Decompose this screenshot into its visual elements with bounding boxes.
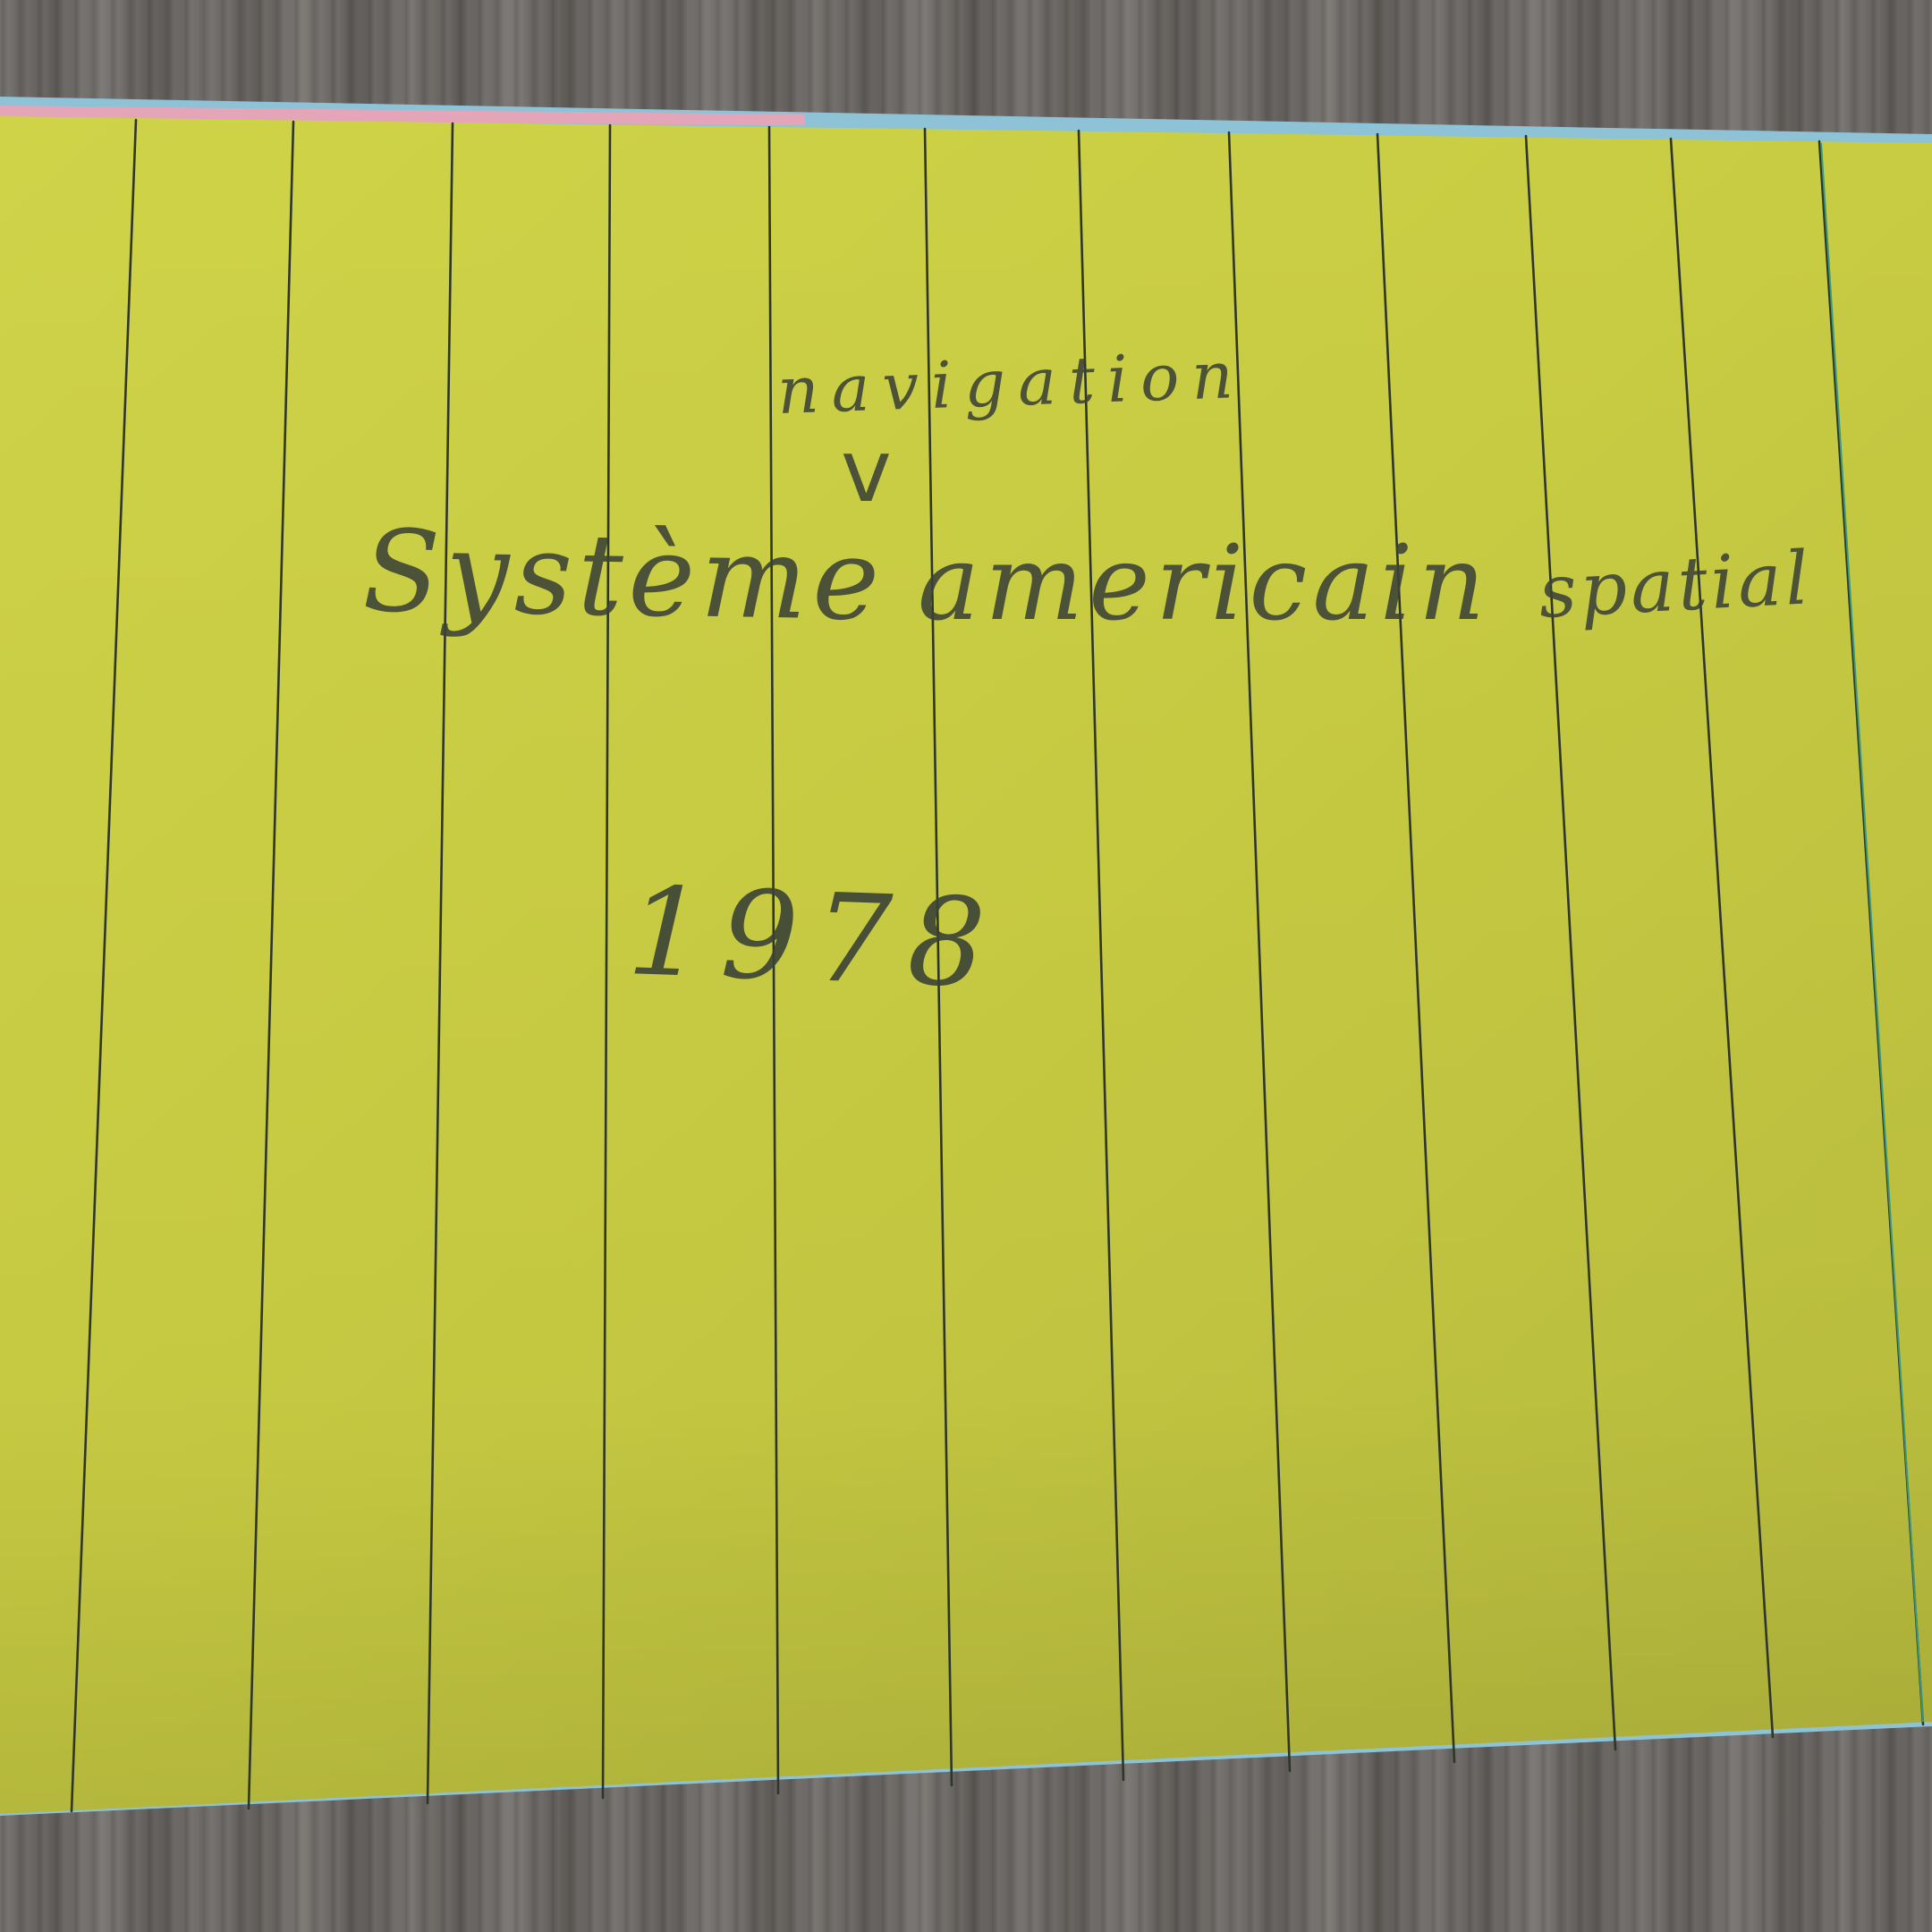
handwritten-word-spatial: spatial xyxy=(1537,536,1814,635)
handwritten-word-systeme: Système xyxy=(361,505,886,646)
card-svg: navigation v Système americain spatial 1… xyxy=(0,97,1932,1816)
handwritten-word-americain: americain xyxy=(918,523,1490,644)
insertion-caret: v xyxy=(841,421,892,521)
index-card-stack: navigation v Système americain spatial 1… xyxy=(0,0,1932,1932)
handwritten-year: 1978 xyxy=(625,861,1004,1015)
